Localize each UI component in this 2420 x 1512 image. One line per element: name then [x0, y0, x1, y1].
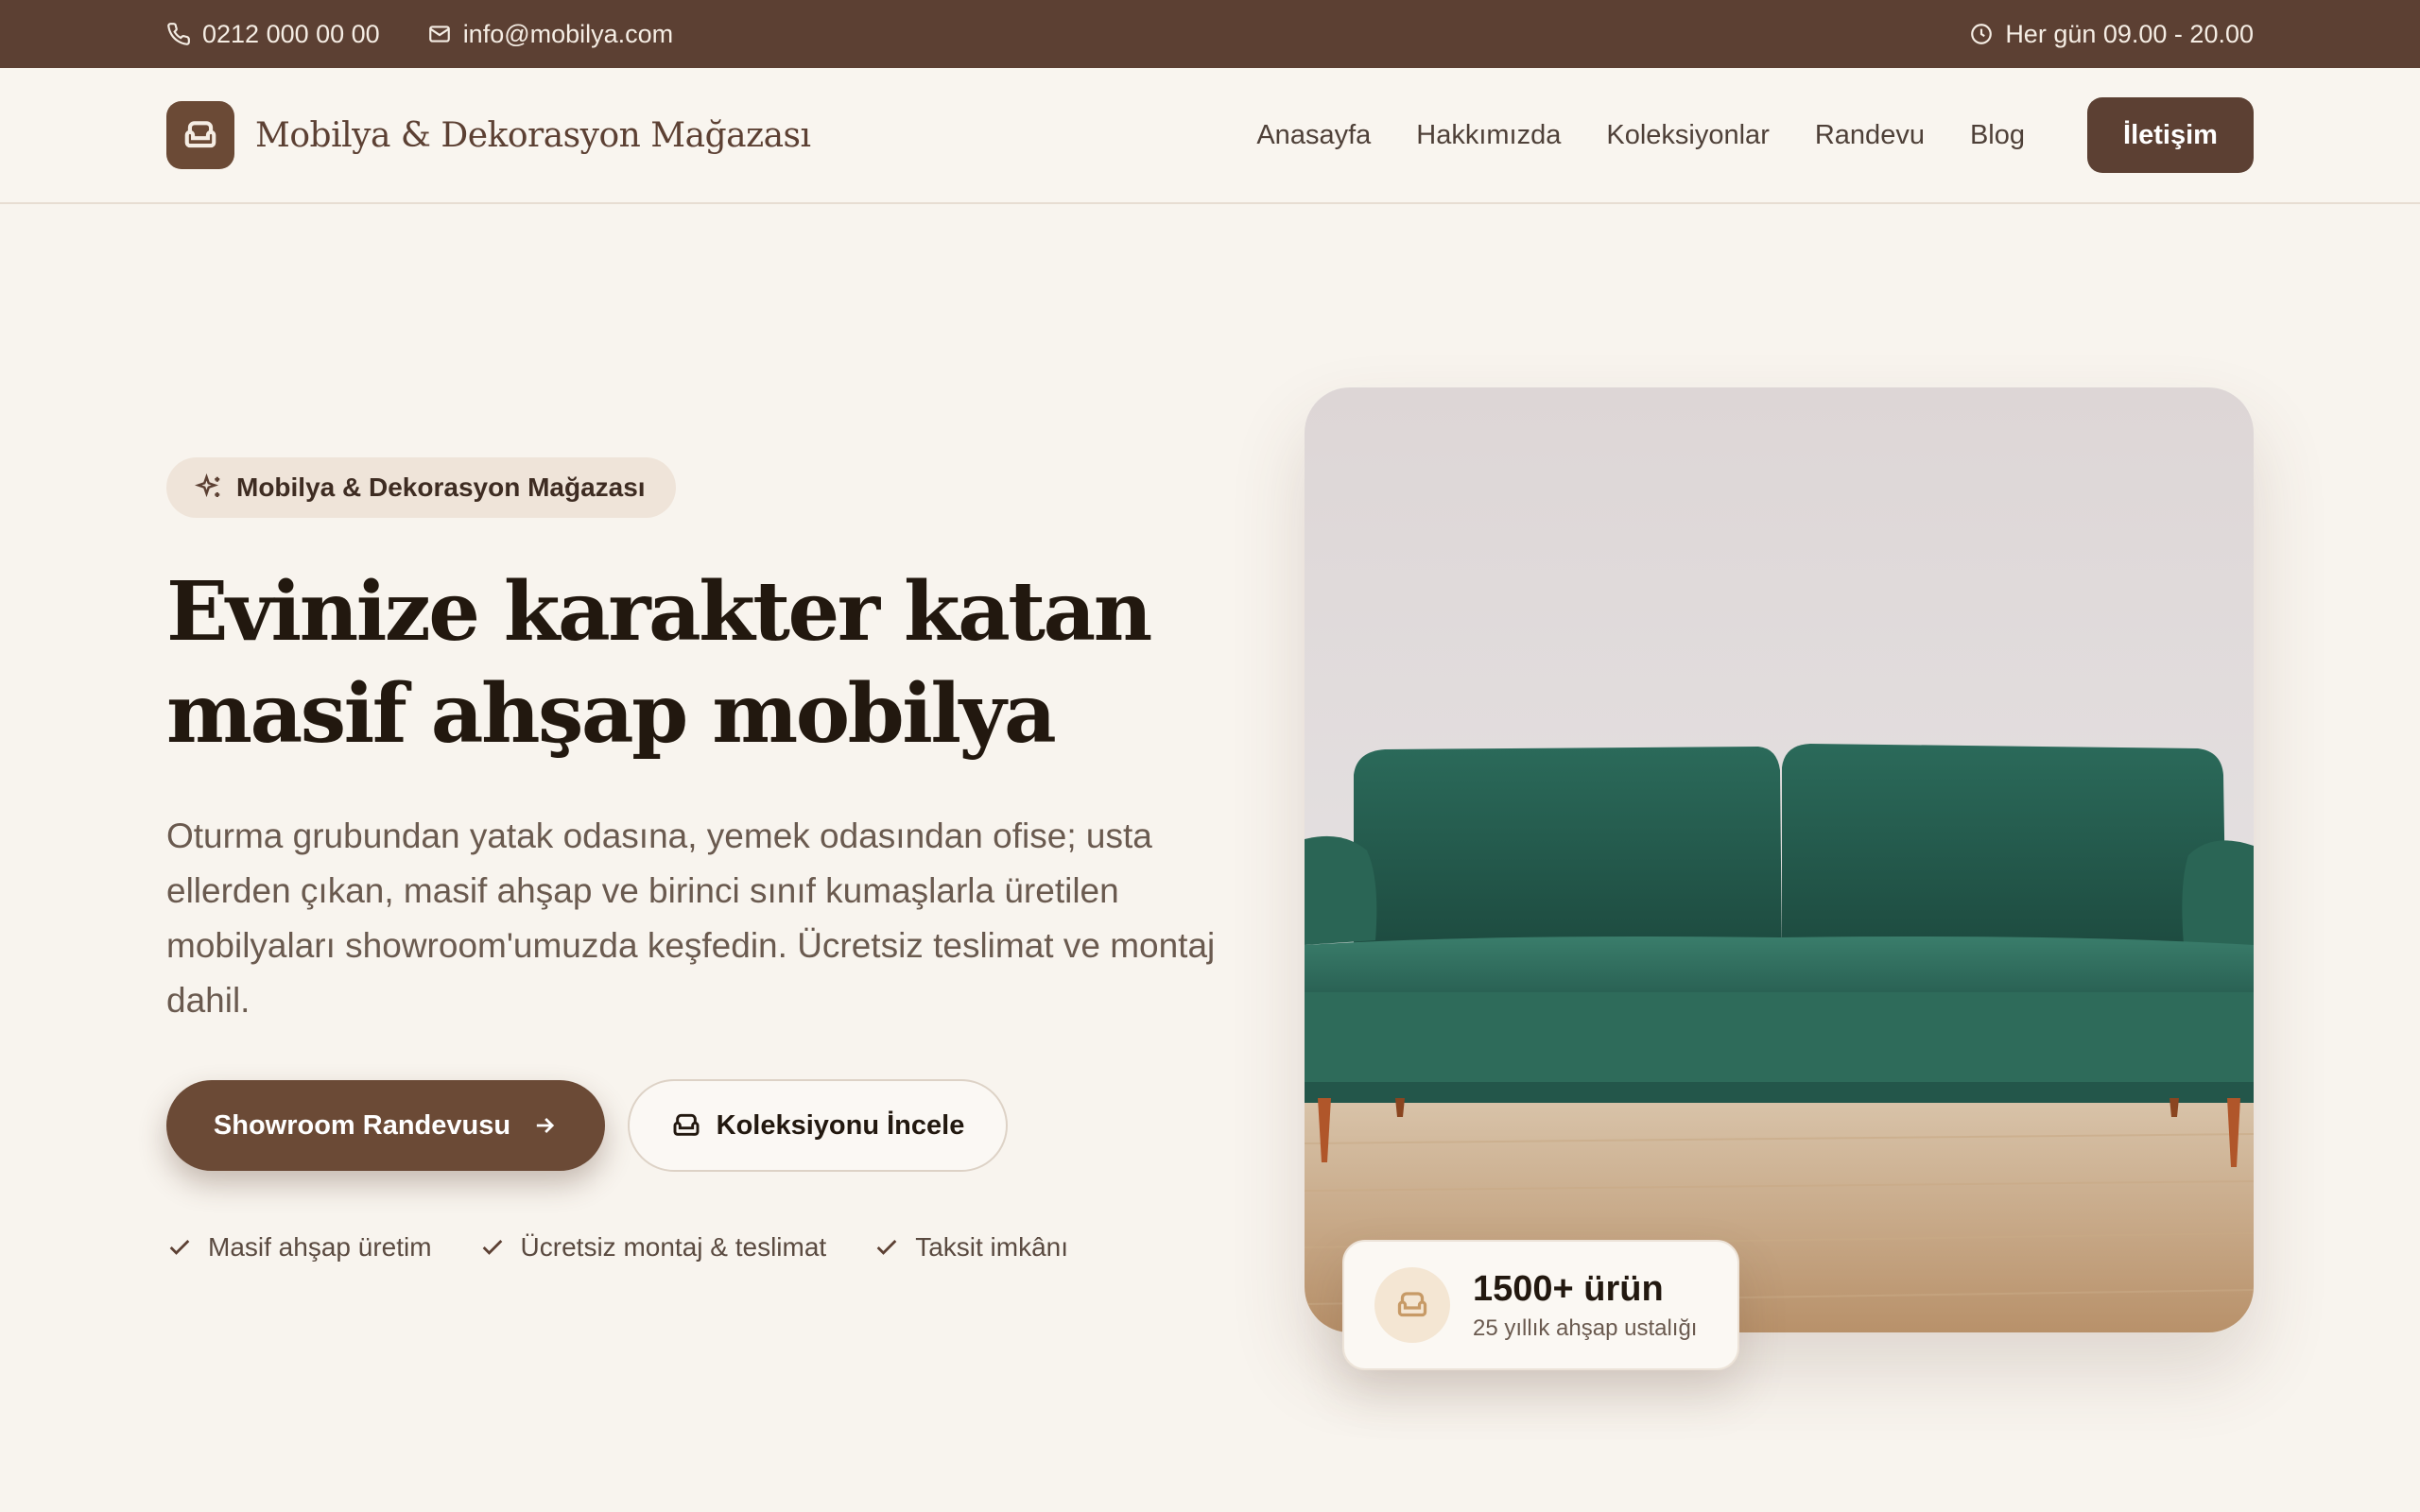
nav-item-hakkimizda[interactable]: Hakkımızda	[1416, 120, 1561, 151]
green-sofa-photo	[1305, 387, 2254, 1332]
hero-description: Oturma grubundan yatak odasına, yemek od…	[166, 816, 1216, 1020]
brand-name: Mobilya & Dekorasyon Mağazası	[255, 115, 811, 155]
stat-icon-wrap	[1374, 1267, 1450, 1343]
hero-title: Evinize karakter katan masif ahşap mobil…	[166, 564, 1152, 762]
feature-label: Taksit imkânı	[915, 1232, 1069, 1262]
main-nav: Anasayfa Hakkımızda Koleksiyonlar Randev…	[1256, 97, 2254, 173]
phone-number: 0212 000 00 00	[202, 19, 380, 48]
contact-group: 0212 000 00 00 info@mobilya.com	[166, 20, 673, 49]
feature-item: Ücretsiz montaj & teslimat	[479, 1232, 827, 1263]
nav-item-koleksiyonlar[interactable]: Koleksiyonlar	[1606, 120, 1769, 151]
check-icon	[169, 1240, 190, 1255]
stat-label: 25 yıllık ahşap ustalığı	[1473, 1314, 1698, 1341]
sparkles-icon	[195, 473, 220, 498]
clock-icon	[1971, 24, 1993, 44]
feature-label: Ücretsiz montaj & teslimat	[520, 1232, 827, 1262]
brand-logo	[166, 101, 234, 169]
stat-text: 1500+ ürün 25 yıllık ahşap ustalığı	[1473, 1269, 1697, 1342]
opening-hours: Her gün 09.00 - 20.00	[1969, 20, 2254, 49]
hero-badge: Mobilya & Dekorasyon Mağazası	[166, 457, 676, 518]
main-header: Mobilya & Dekorasyon Mağazası Anasayfa H…	[0, 68, 2420, 204]
check-icon	[876, 1240, 897, 1255]
view-collection-button[interactable]: Koleksiyonu İncele	[628, 1079, 1008, 1172]
view-collection-label: Koleksiyonu İncele	[716, 1109, 965, 1141]
stat-card: 1500+ ürün 25 yıllık ahşap ustalığı	[1342, 1240, 1739, 1370]
nav-item-blog[interactable]: Blog	[1970, 120, 2025, 151]
sofa-icon	[673, 1113, 700, 1136]
hero-badge-label: Mobilya & Dekorasyon Mağazası	[236, 472, 646, 502]
feature-list: Masif ahşap üretim Ücretsiz montaj & tes…	[166, 1232, 1225, 1263]
top-bar: 0212 000 00 00 info@mobilya.com Her gün …	[0, 0, 2420, 68]
nav-item-anasayfa[interactable]: Anasayfa	[1256, 120, 1371, 151]
opening-hours-text: Her gün 09.00 - 20.00	[2005, 19, 2254, 48]
phone-icon	[167, 23, 190, 45]
feature-item: Masif ahşap üretim	[166, 1232, 432, 1263]
arrow-right-icon	[536, 1118, 555, 1133]
showroom-appointment-button[interactable]: Showroom Randevusu	[166, 1080, 605, 1171]
feature-item: Taksit imkânı	[873, 1232, 1068, 1263]
mail-icon	[428, 26, 450, 43]
hero-actions: Showroom Randevusu Koleksiyonu İncele	[166, 1079, 1225, 1172]
nav-item-randevu[interactable]: Randevu	[1815, 120, 1925, 151]
sofa-icon	[184, 121, 216, 148]
contact-button[interactable]: İletişim	[2087, 97, 2254, 173]
sofa-icon	[1397, 1292, 1427, 1317]
check-icon	[482, 1240, 502, 1255]
email-link[interactable]: info@mobilya.com	[427, 19, 674, 49]
email-address: info@mobilya.com	[462, 19, 674, 48]
feature-label: Masif ahşap üretim	[208, 1232, 432, 1262]
brand-logo-link[interactable]: Mobilya & Dekorasyon Mağazası	[166, 101, 811, 169]
hero-image	[1305, 387, 2254, 1332]
stat-value: 1500+ ürün	[1473, 1268, 1664, 1309]
phone-link[interactable]: 0212 000 00 00	[166, 20, 380, 49]
showroom-appointment-label: Showroom Randevusu	[213, 1109, 511, 1141]
hero-content: Mobilya & Dekorasyon Mağazası Evinize ka…	[166, 457, 1225, 1263]
